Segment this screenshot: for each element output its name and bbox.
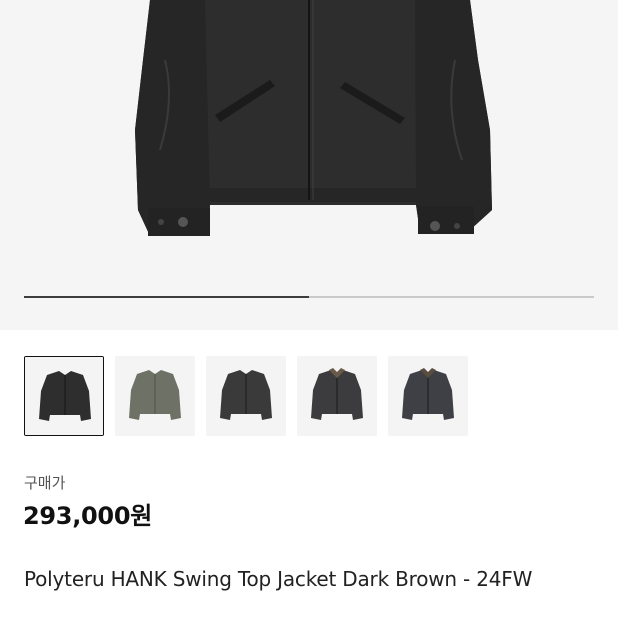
product-price: 293,000원: [23, 502, 152, 530]
jacket-thumbnail-image: [206, 356, 286, 436]
thumbnail-1[interactable]: [24, 356, 104, 436]
carousel-progress-fill: [24, 296, 309, 298]
product-title: Polyteru HANK Swing Top Jacket Dark Brow…: [24, 567, 533, 591]
jacket-thumbnail-image: [115, 356, 195, 436]
carousel-progress-track[interactable]: [24, 296, 594, 298]
thumbnail-2[interactable]: [115, 356, 195, 436]
jacket-thumbnail-image: [388, 356, 468, 436]
price-label: 구매가: [24, 474, 66, 492]
thumbnail-3[interactable]: [206, 356, 286, 436]
thumbnail-4[interactable]: [297, 356, 377, 436]
jacket-thumbnail-image: [25, 357, 103, 435]
jacket-main-image: [135, 0, 492, 236]
product-image-carousel[interactable]: [0, 0, 618, 330]
thumbnail-5[interactable]: [388, 356, 468, 436]
jacket-thumbnail-image: [297, 356, 377, 436]
